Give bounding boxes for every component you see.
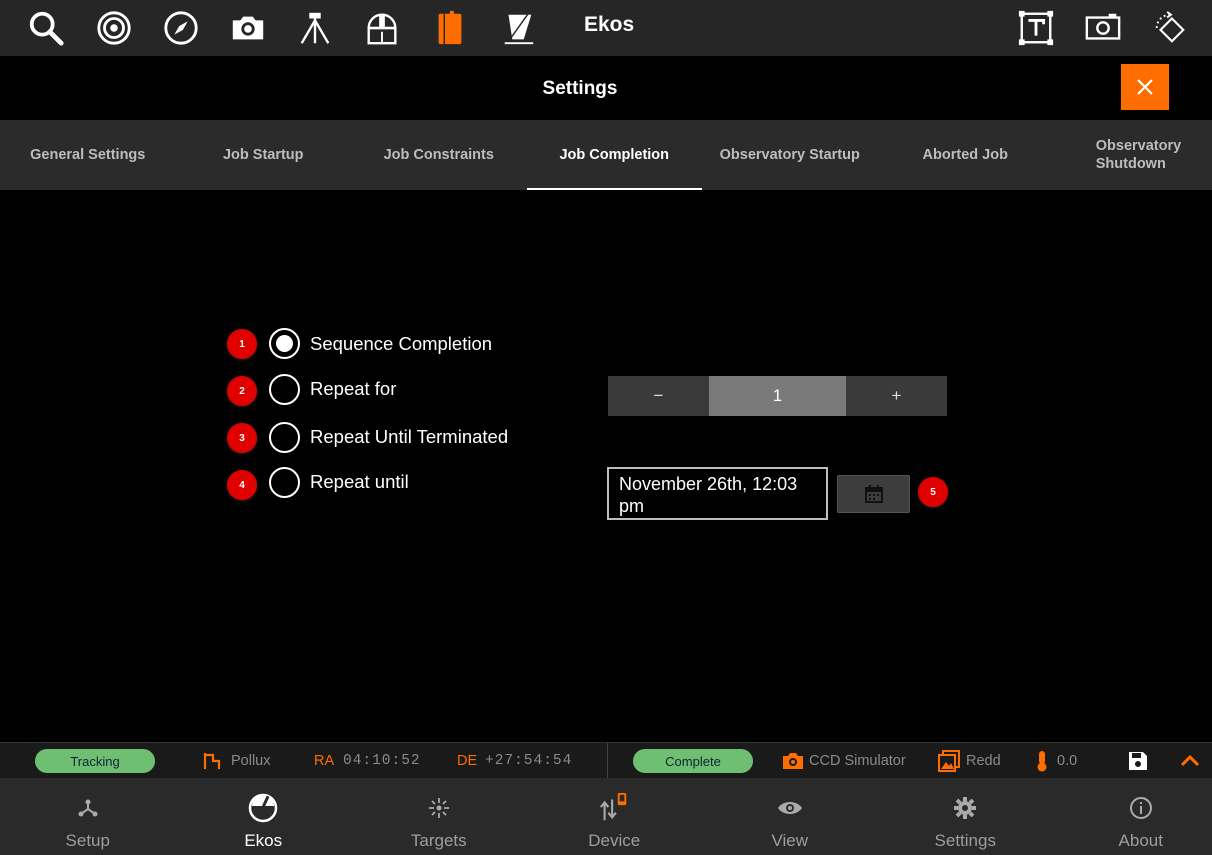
search-icon[interactable] [24, 6, 68, 50]
tab-label: General Settings [30, 147, 146, 163]
save-icon[interactable] [1127, 750, 1149, 772]
close-icon [1137, 79, 1153, 95]
about-icon [1125, 792, 1157, 824]
device-icon [598, 792, 630, 824]
option-label: Sequence Completion [310, 333, 493, 354]
ra-label: RA [314, 753, 335, 769]
nav-label: About [1118, 831, 1163, 850]
close-button[interactable] [1121, 64, 1169, 110]
tab-general-settings[interactable]: General Settings [0, 120, 176, 190]
settings-header: Settings [0, 56, 1212, 120]
tab-label: Job Startup [222, 147, 304, 163]
nav-label: View [771, 831, 809, 850]
repeat-count-value[interactable]: 1 [709, 376, 846, 416]
targets-icon [423, 792, 455, 824]
camera-icon [783, 753, 803, 769]
ra-value: 04:10:52 [343, 753, 421, 769]
page-title: Settings [542, 78, 618, 99]
option-label: Repeat Until Terminated [310, 426, 509, 447]
nav-view[interactable]: View [702, 778, 878, 855]
radio-repeat-until-terminated[interactable] [269, 422, 300, 453]
screenshot-icon[interactable] [1081, 6, 1125, 50]
mount-icon [203, 753, 221, 769]
tab-observatory-shutdown[interactable]: Observatory Shutdown [1053, 120, 1212, 190]
radio-sequence-completion[interactable] [269, 328, 300, 359]
nav-label: Device [588, 831, 641, 850]
temperature-value: 0.0 [1057, 753, 1078, 769]
divider [607, 743, 608, 779]
nav-settings[interactable]: Settings [878, 778, 1054, 855]
flat-panel-icon[interactable] [496, 6, 540, 50]
step-badge: 5 [918, 477, 948, 507]
calendar-button[interactable] [837, 475, 910, 513]
compass-icon[interactable] [159, 6, 203, 50]
thermometer-icon [1037, 751, 1047, 772]
chevron-up-icon[interactable] [1179, 750, 1201, 772]
nav-label: Ekos [244, 831, 283, 850]
tab-job-startup[interactable]: Job Startup [176, 120, 352, 190]
decrement-button[interactable]: − [608, 376, 709, 416]
tab-job-constraints[interactable]: Job Constraints [351, 120, 527, 190]
tab-observatory-startup[interactable]: Observatory Startup [702, 120, 878, 190]
view-icon [774, 792, 806, 824]
de-value: +27:54:54 [485, 753, 573, 769]
bottom-navigation: Setup Ekos Targets Device View Settings … [0, 778, 1212, 855]
calendar-icon [864, 485, 883, 503]
step-badge: 2 [227, 376, 257, 406]
tab-label: Job Constraints [383, 147, 494, 163]
tripod-icon[interactable] [293, 6, 337, 50]
tab-label: Observatory Startup [719, 147, 860, 163]
mount-status-badge: Tracking [35, 749, 155, 773]
nav-label: Settings [934, 831, 996, 850]
app-title: Ekos [584, 13, 635, 36]
option-label: Repeat for [310, 378, 397, 399]
top-toolbar: Ekos [0, 0, 1212, 56]
nav-ekos[interactable]: Ekos [176, 778, 352, 855]
step-badge: 3 [227, 423, 257, 453]
camera-name: CCD Simulator [809, 753, 906, 769]
image-icon [938, 750, 960, 772]
notebook-icon[interactable] [428, 6, 472, 50]
camera-icon[interactable] [226, 6, 270, 50]
radio-repeat-until[interactable] [269, 467, 300, 498]
nav-label: Targets [410, 831, 467, 850]
nav-about[interactable]: About [1053, 778, 1212, 855]
settings-icon [949, 792, 981, 824]
setup-icon [72, 792, 104, 824]
de-label: DE [457, 753, 478, 769]
tab-label: Aborted Job [922, 147, 1008, 163]
repeat-until-date-field[interactable]: November 26th, 12:03 pm [607, 467, 828, 520]
nav-device[interactable]: Device [527, 778, 703, 855]
tab-label: Job Completion [559, 147, 670, 163]
step-badge: 1 [227, 329, 257, 359]
rotate-icon[interactable] [1148, 6, 1192, 50]
ekos-icon [247, 792, 279, 824]
tab-label: Observatory Shutdown [1095, 138, 1182, 172]
target-icon[interactable] [92, 6, 136, 50]
tab-aborted-job[interactable]: Aborted Job [878, 120, 1054, 190]
increment-button[interactable]: + [846, 376, 947, 416]
settings-tabs: General Settings Job Startup Job Constra… [0, 120, 1212, 190]
radio-repeat-for[interactable] [269, 374, 300, 405]
nav-setup[interactable]: Setup [0, 778, 176, 855]
text-frame-icon[interactable] [1014, 6, 1058, 50]
target-name: Pollux [231, 753, 271, 769]
option-label: Repeat until [310, 471, 409, 492]
observatory-icon[interactable] [360, 6, 404, 50]
status-bar: Tracking Pollux RA 04:10:52 DE +27:54:54… [0, 742, 1212, 779]
filter-name: Redd [966, 753, 1001, 769]
capture-status-badge: Complete [633, 749, 753, 773]
nav-label: Setup [65, 831, 110, 850]
nav-targets[interactable]: Targets [351, 778, 527, 855]
tab-job-completion[interactable]: Job Completion [526, 120, 703, 190]
step-badge: 4 [227, 470, 257, 500]
repeat-count-stepper: − 1 + [608, 376, 947, 416]
